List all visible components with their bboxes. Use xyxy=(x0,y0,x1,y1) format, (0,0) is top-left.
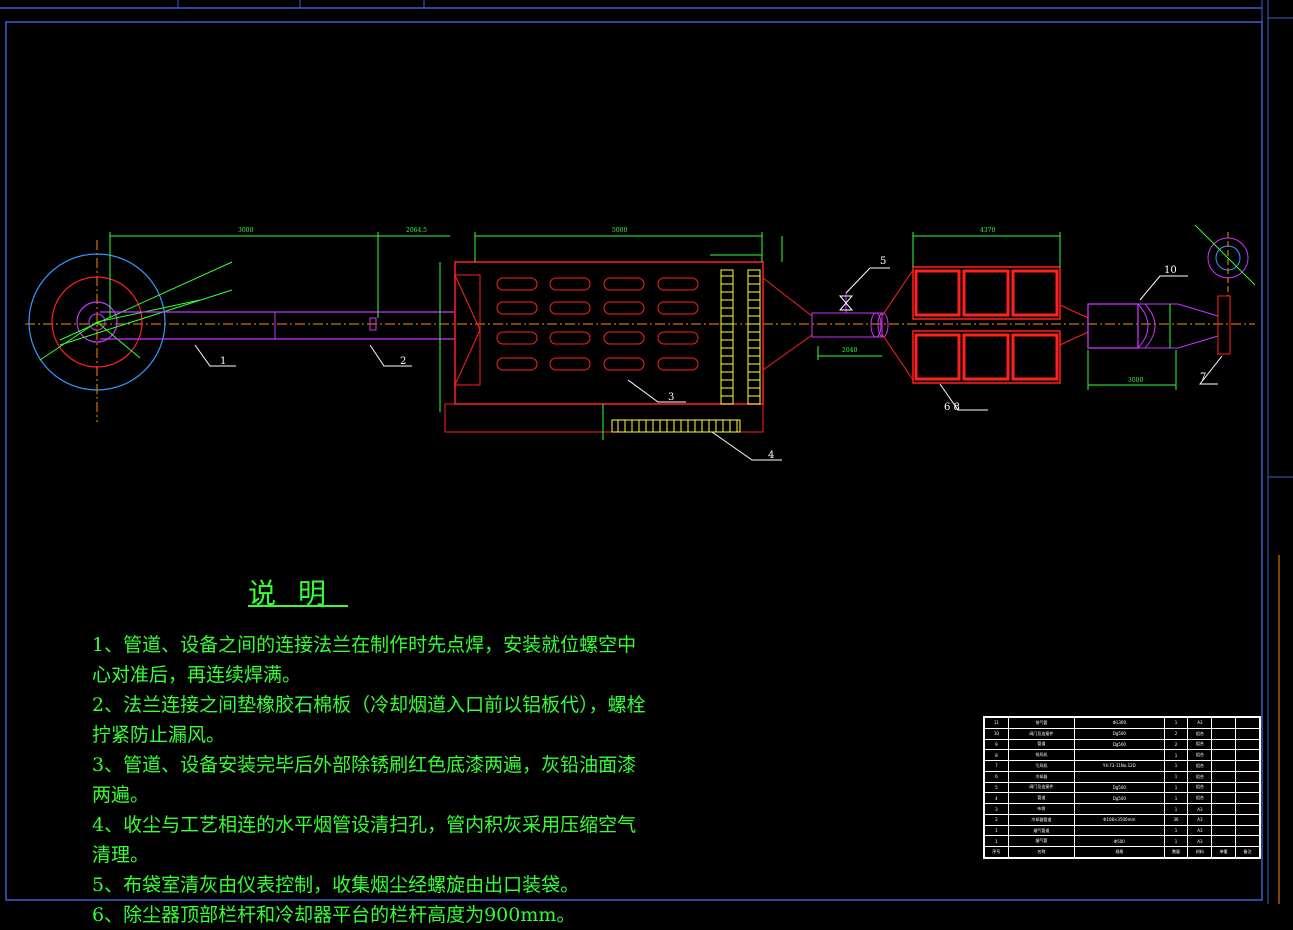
outlet-duct: 2040 xyxy=(762,269,914,381)
filter-bag xyxy=(603,357,645,371)
cooler-unit: 4370 xyxy=(912,227,1089,384)
notes-list: 1、管道、设备之间的连接法兰在制作时先点焊，安装就位螺空中心对准后，再连续焊满。… xyxy=(92,630,652,930)
svg-text:3000: 3000 xyxy=(1128,377,1143,384)
bom-row: 序号 名称 规格 数量 材料 单重 备注 xyxy=(984,846,1260,858)
item-label-5: 5 xyxy=(880,256,886,267)
svg-text:5000: 5000 xyxy=(612,227,627,234)
filter-bag xyxy=(657,277,699,291)
note-item: 4、收尘与工艺相连的水平烟管设清扫孔，管内积灰采用压缩空气清理。 xyxy=(92,814,637,866)
filter-bag xyxy=(549,331,591,345)
bom-row: 1 烟气管 Φ500 1 A3 xyxy=(984,835,1260,848)
note-item: 3、管道、设备安装完毕后外部除锈刷红色底漆两遍，灰铅油面漆两遍。 xyxy=(92,754,637,806)
item-label-7: 7 xyxy=(1200,372,1206,383)
svg-text:2040: 2040 xyxy=(842,347,857,354)
filter-bag xyxy=(549,301,591,315)
filter-bag xyxy=(549,277,591,291)
note-item: 5、布袋室清灰由仪表控制，收集烟尘经螺旋由出口装袋。 xyxy=(92,874,580,896)
inlet-fan xyxy=(28,253,233,391)
bom-row: 10 阀门及连接件 Dg500 2 组合 xyxy=(984,727,1260,740)
item-label-2: 2 xyxy=(400,356,406,367)
note-item: 1、管道、设备之间的连接法兰在制作时先点焊，安装就位螺空中心对准后，再连续焊满。 xyxy=(92,634,637,686)
note-item: 2、法兰连接之间垫橡胶石棉板（冷却烟道入口前以铝板代），螺栓拧紧防止漏风。 xyxy=(92,694,646,746)
bom-row: 4 管道 Dg500 1 组合 xyxy=(984,792,1260,805)
filter-bag xyxy=(496,331,538,345)
ladder-rungs xyxy=(617,275,760,432)
bill-of-materials: 11 排气管 Φ1300 1 A3 10 阀门及连接件 Dg500 2 组合 9 管道 Dg500 2 组合… xyxy=(983,716,1261,859)
bag-filter-house: 5000 xyxy=(439,227,783,440)
filter-bag xyxy=(603,301,645,315)
bom-table: 11 排气管 Φ1300 1 A3 10 阀门及连接件 Dg500 2 组合 9 管道 Dg500 2 组合… xyxy=(984,717,1260,858)
svg-text:4370: 4370 xyxy=(980,227,995,234)
bom-row: 7 引风机 Y4-73-11No.12D 1 组合 xyxy=(984,760,1260,772)
bom-row: 9 管道 Dg500 2 组合 xyxy=(984,738,1260,751)
bom-row: 11 排气管 Φ1300 1 A3 xyxy=(984,717,1260,729)
bom-row: 8 排风机 1 组合 xyxy=(984,749,1260,762)
filter-bag xyxy=(496,301,538,315)
filter-bag xyxy=(657,357,699,371)
item-label-6-8: 6 8 xyxy=(944,402,960,413)
filter-bag xyxy=(657,331,699,345)
filter-bag xyxy=(549,357,591,371)
bom-row: 2 冷却器管道 Φ108×3500mm 36 A3 xyxy=(984,813,1260,826)
notes-title: 说明 xyxy=(248,577,349,610)
access-ladders xyxy=(611,269,761,433)
filter-bag xyxy=(603,331,645,345)
valve-5 xyxy=(838,267,890,313)
note-item: 6、除尘器顶部栏杆和冷却器平台的栏杆高度为900mm。 xyxy=(92,904,576,926)
item-label-3: 3 xyxy=(668,392,674,403)
exhaust-fan xyxy=(1194,224,1256,355)
bom-row: 3 布袋 1 A3 xyxy=(984,803,1260,815)
item-label-1: 1 xyxy=(220,356,226,367)
bom-row: 6 冷却器 1 组合 xyxy=(984,770,1260,783)
svg-text:3000: 3000 xyxy=(238,227,253,234)
svg-text:2064.5: 2064.5 xyxy=(406,227,427,234)
filter-bag xyxy=(603,277,645,291)
filter-bag xyxy=(496,277,538,291)
item-label-4: 4 xyxy=(768,450,774,461)
item-label-10: 10 xyxy=(1164,265,1177,276)
bom-row: 5 阀门及连接件 Dg500 1 组合 xyxy=(984,781,1260,794)
filter-bag xyxy=(657,301,699,315)
exhaust-section: 3000 xyxy=(1087,303,1219,390)
bom-row: 1 烟气管道 1 A3 xyxy=(984,824,1260,837)
filter-bag xyxy=(496,357,538,371)
